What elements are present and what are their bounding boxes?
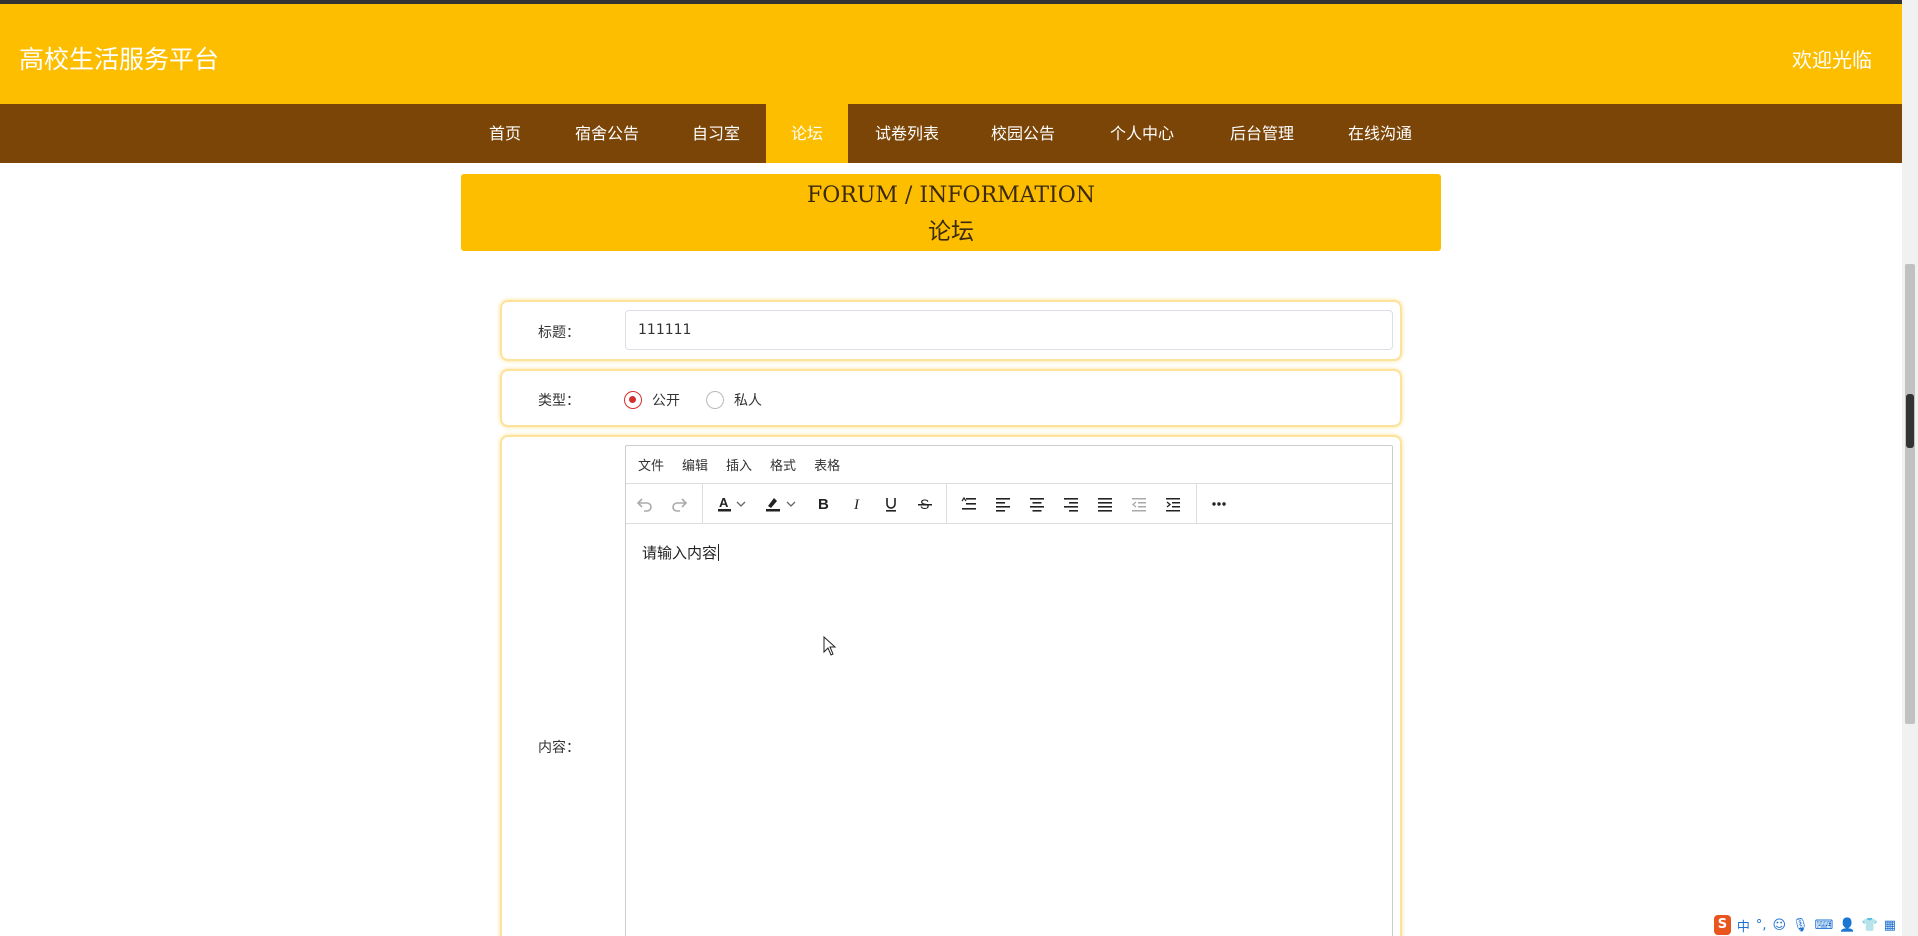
site-header: 高校生活服务平台 欢迎光临: [0, 4, 1902, 104]
align-justify-icon[interactable]: [1092, 492, 1118, 516]
sogou-logo-icon[interactable]: S: [1714, 915, 1731, 935]
menu-insert[interactable]: 插入: [726, 455, 752, 474]
keyboard-icon[interactable]: ⌨: [1815, 918, 1834, 933]
strikethrough-icon[interactable]: S: [912, 492, 938, 516]
highlight-color-chevron-down-icon[interactable]: [784, 492, 798, 516]
radio-public[interactable]: 公开: [624, 390, 680, 410]
content-label: 内容：: [538, 740, 580, 756]
line-height-icon[interactable]: [956, 492, 982, 516]
align-left-icon[interactable]: [990, 492, 1016, 516]
site-title: 高校生活服务平台: [19, 45, 220, 74]
menu-table[interactable]: 表格: [814, 455, 840, 474]
nav-item-home[interactable]: 首页: [470, 104, 540, 163]
grid-icon[interactable]: ▦: [1884, 918, 1896, 933]
outdent-icon[interactable]: [1126, 492, 1152, 516]
nav-item-forum[interactable]: 论坛: [766, 104, 848, 163]
svg-text:I: I: [853, 497, 860, 513]
type-label: 类型：: [538, 393, 580, 409]
nav-item-online-chat[interactable]: 在线沟通: [1334, 104, 1426, 163]
user-icon[interactable]: 👤: [1839, 918, 1855, 933]
align-right-icon[interactable]: [1058, 492, 1084, 516]
undo-icon[interactable]: [632, 492, 658, 516]
indent-icon[interactable]: [1160, 492, 1186, 516]
ime-mode[interactable]: 中: [1737, 916, 1750, 935]
toolbar-separator: [702, 484, 703, 524]
mouse-cursor-icon: [823, 635, 837, 660]
ime-toolbar: S 中 °, ☺ 🎙 ⌨ 👤 👕 ▦: [1714, 914, 1902, 936]
rich-text-editor: 文件 编辑 插入 格式 表格 A B I 请输入内容: [625, 445, 1393, 936]
type-row: 类型： 公开 私人: [500, 369, 1402, 427]
nav-item-admin[interactable]: 后台管理: [1216, 104, 1308, 163]
page-scrollbar[interactable]: [1902, 0, 1918, 936]
italic-icon[interactable]: I: [844, 492, 870, 516]
content-row: 内容： 文件 编辑 插入 格式 表格 A B I 请输入内容: [500, 435, 1402, 936]
scrollbar-thumb[interactable]: [1905, 264, 1915, 724]
svg-text:A: A: [719, 495, 729, 510]
shirt-icon[interactable]: 👕: [1862, 918, 1878, 933]
welcome-text: 欢迎光临: [1792, 48, 1872, 72]
bold-icon[interactable]: B: [810, 492, 836, 516]
toolbar-separator: [1196, 484, 1197, 524]
align-center-icon[interactable]: [1024, 492, 1050, 516]
emoji-icon[interactable]: ☺: [1772, 918, 1786, 933]
editor-menubar: 文件 编辑 插入 格式 表格: [626, 446, 1392, 484]
more-icon[interactable]: [1206, 492, 1232, 516]
nav-item-exam-list[interactable]: 试卷列表: [862, 104, 952, 163]
editor-placeholder: 请输入内容: [642, 544, 718, 562]
radio-public-label: 公开: [652, 393, 680, 409]
menu-file[interactable]: 文件: [638, 455, 664, 474]
radio-public-dot[interactable]: [624, 391, 642, 409]
title-label: 标题：: [538, 325, 580, 341]
redo-icon[interactable]: [666, 492, 692, 516]
banner-title-en: FORUM / INFORMATION: [807, 183, 1095, 208]
main-nav: 首页 宿舍公告 自习室 论坛 试卷列表 校园公告 个人中心 后台管理 在线沟通: [0, 104, 1902, 163]
radio-private[interactable]: 私人: [706, 390, 762, 410]
nav-item-dorm-notice[interactable]: 宿舍公告: [563, 104, 651, 163]
title-row: 标题： 111111: [500, 300, 1402, 361]
page-banner: FORUM / INFORMATION 论坛: [461, 174, 1441, 251]
radio-private-label: 私人: [734, 393, 762, 409]
text-caret: [718, 544, 720, 561]
scrollbar-marker: [1906, 394, 1914, 448]
underline-icon[interactable]: [878, 492, 904, 516]
editor-toolbar: A B I S: [626, 484, 1392, 524]
highlight-color-icon[interactable]: [760, 492, 786, 516]
toolbar-separator: [946, 484, 947, 524]
nav-item-personal-center[interactable]: 个人中心: [1096, 104, 1188, 163]
menu-format[interactable]: 格式: [770, 455, 796, 474]
editor-content-area[interactable]: 请输入内容: [642, 542, 720, 563]
svg-text:B: B: [818, 496, 829, 513]
text-color-chevron-down-icon[interactable]: [734, 492, 748, 516]
ime-punctuation[interactable]: °,: [1756, 918, 1767, 933]
nav-item-campus-notice[interactable]: 校园公告: [978, 104, 1068, 163]
title-input[interactable]: 111111: [625, 310, 1393, 350]
banner-title-cn: 论坛: [928, 219, 974, 245]
radio-private-dot[interactable]: [706, 391, 724, 409]
nav-item-study-room[interactable]: 自习室: [672, 104, 760, 163]
microphone-icon[interactable]: 🎙: [1792, 918, 1809, 933]
menu-edit[interactable]: 编辑: [682, 455, 708, 474]
